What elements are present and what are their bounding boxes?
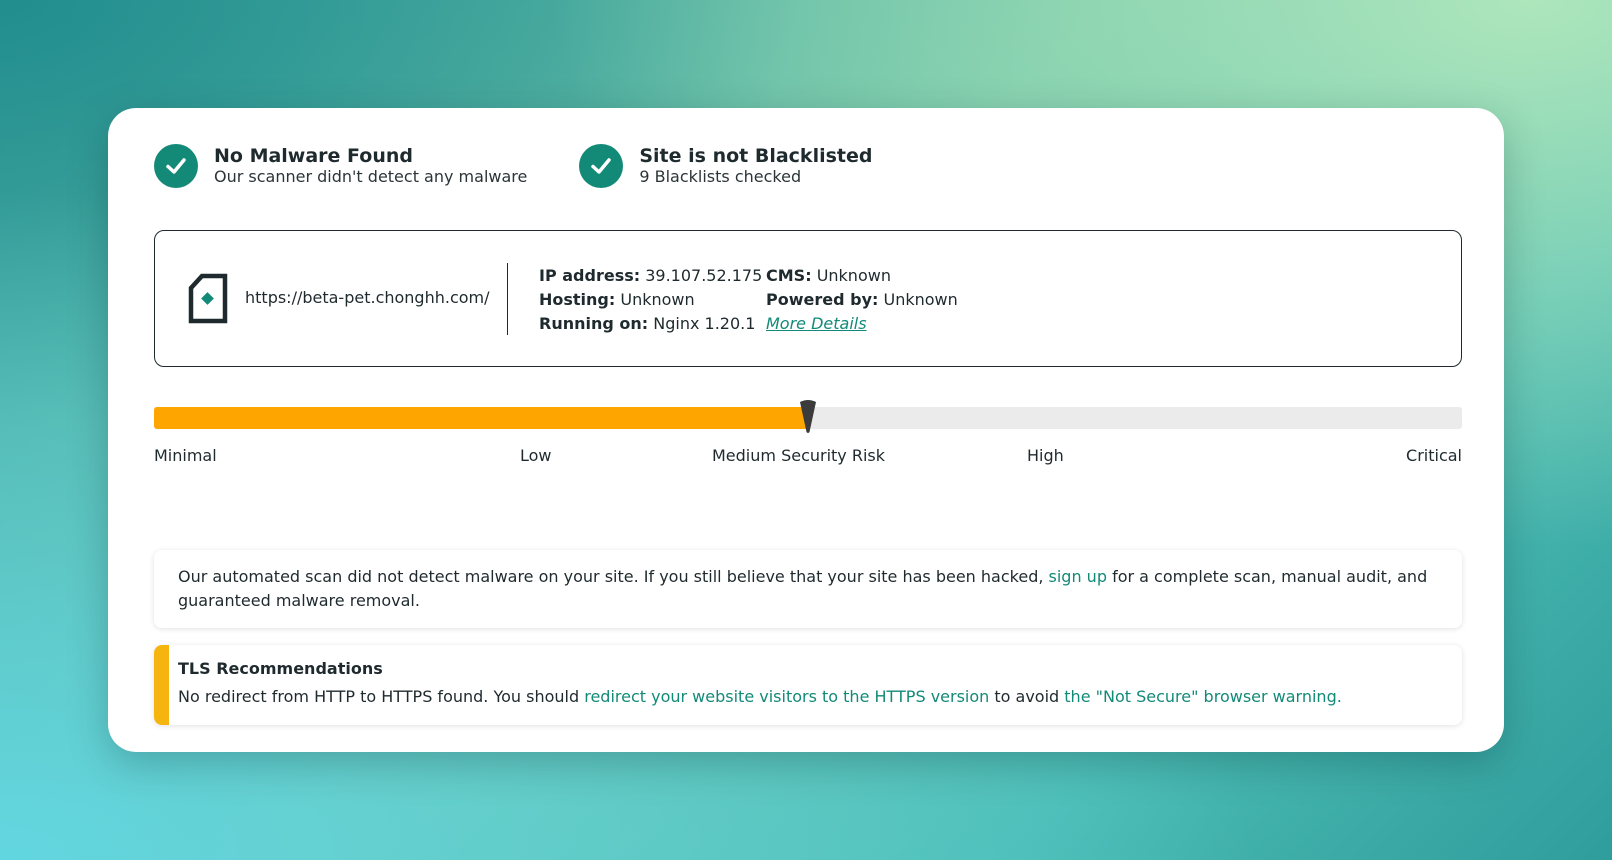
hosting-label: Hosting: xyxy=(539,290,616,309)
malware-status-title: No Malware Found xyxy=(214,145,413,167)
status-row: No Malware Found Our scanner didn't dete… xyxy=(154,144,872,188)
blacklist-status-title: Site is not Blacklisted xyxy=(639,145,873,167)
cms-value: Unknown xyxy=(816,266,891,285)
risk-marker-icon xyxy=(799,399,817,439)
powered-by-row: Powered by: Unknown xyxy=(766,288,958,312)
server-info-column: IP address: 39.107.52.175 Hosting: Unkno… xyxy=(539,264,762,336)
site-document-icon xyxy=(187,273,229,329)
running-on-label: Running on: xyxy=(539,314,649,333)
risk-label-minimal: Minimal xyxy=(154,446,217,465)
hosting-row: Hosting: Unknown xyxy=(539,288,762,312)
tls-text: No redirect from HTTP to HTTPS found. Yo… xyxy=(178,687,585,706)
check-circle-icon xyxy=(579,144,624,188)
tls-text-middle: to avoid xyxy=(989,687,1065,706)
more-details-link[interactable]: More Details xyxy=(766,314,867,333)
not-secure-warning-link[interactable]: the "Not Secure" browser warning. xyxy=(1064,687,1342,706)
malware-status: No Malware Found Our scanner didn't dete… xyxy=(154,144,527,188)
ip-address-label: IP address: xyxy=(539,266,641,285)
powered-by-value: Unknown xyxy=(883,290,958,309)
risk-label-critical: Critical xyxy=(1406,446,1462,465)
scan-notice: Our automated scan did not detect malwar… xyxy=(154,550,1462,628)
cms-row: CMS: Unknown xyxy=(766,264,958,288)
check-circle-icon xyxy=(154,144,198,188)
risk-meter-fill xyxy=(154,407,808,429)
https-redirect-link[interactable]: redirect your website visitors to the HT… xyxy=(584,687,989,706)
cms-label: CMS: xyxy=(766,266,812,285)
divider xyxy=(507,263,508,335)
risk-scale-labels: Minimal Low Medium Security Risk High Cr… xyxy=(154,446,1462,468)
blacklist-status-subtitle: 9 Blacklists checked xyxy=(639,167,802,186)
notice-text: Our automated scan did not detect malwar… xyxy=(178,567,1049,586)
risk-label-high: High xyxy=(1027,446,1064,465)
powered-by-label: Powered by: xyxy=(766,290,879,309)
risk-label-low: Low xyxy=(520,446,552,465)
sign-up-link[interactable]: sign up xyxy=(1049,567,1107,586)
site-url: https://beta-pet.chonghh.com/ xyxy=(245,288,490,307)
ip-address-row: IP address: 39.107.52.175 xyxy=(539,264,762,288)
tls-recommendations: TLS Recommendations No redirect from HTT… xyxy=(154,645,1462,725)
tls-body: No redirect from HTTP to HTTPS found. Yo… xyxy=(178,685,1342,709)
running-on-row: Running on: Nginx 1.20.1 xyxy=(539,312,762,336)
ip-address-value: 39.107.52.175 xyxy=(645,266,763,285)
blacklist-status: Site is not Blacklisted 9 Blacklists che… xyxy=(579,144,872,188)
tls-title: TLS Recommendations xyxy=(178,659,383,678)
running-on-value: Nginx 1.20.1 xyxy=(653,314,756,333)
scan-results-card: No Malware Found Our scanner didn't dete… xyxy=(108,108,1504,752)
risk-label-medium: Medium Security Risk xyxy=(712,446,886,465)
hosting-value: Unknown xyxy=(620,290,695,309)
warning-accent-bar xyxy=(154,645,169,725)
cms-info-column: CMS: Unknown Powered by: Unknown More De… xyxy=(766,264,958,336)
site-info-box: https://beta-pet.chonghh.com/ IP address… xyxy=(154,230,1462,367)
malware-status-subtitle: Our scanner didn't detect any malware xyxy=(214,167,528,186)
